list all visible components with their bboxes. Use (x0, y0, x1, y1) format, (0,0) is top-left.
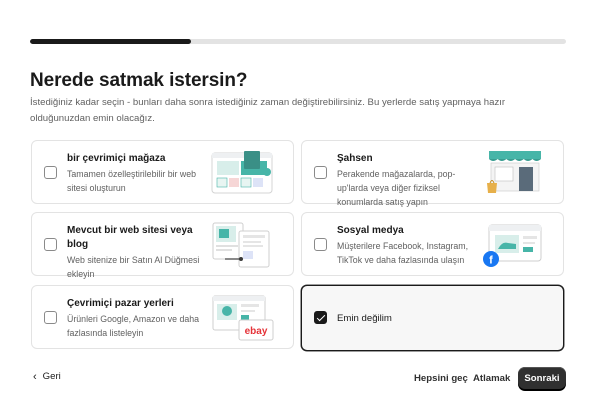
buy-button-illustration (212, 222, 270, 268)
option-checkbox[interactable] (44, 166, 57, 179)
back-button[interactable]: ‹ Geri (33, 371, 61, 382)
storefront-illustration (487, 151, 541, 193)
option-title: Sosyal medya (337, 225, 404, 236)
option-description: Web sitenize bir Satın Al Düğmesi ekleyi… (67, 255, 200, 279)
option-not-sure[interactable]: Emin değilim (301, 285, 564, 351)
option-existing-website[interactable]: Mevcut bir web sitesi veya blog Web site… (31, 212, 294, 279)
skip-button[interactable]: Atlamak (473, 373, 510, 384)
option-title: bir çevrimiçi mağaza (67, 153, 166, 164)
option-description: Ürünleri Google, Amazon ve daha fazlasın… (67, 314, 200, 338)
option-title: Mevcut bir web sitesi veya blog (67, 225, 193, 250)
facebook-logo-text: f (489, 255, 493, 267)
ebay-logo-text: ebay (245, 326, 268, 337)
option-social-media[interactable]: Sosyal medya Müşterilere Facebook, Insta… (301, 212, 564, 276)
option-title: Emin değilim (337, 313, 392, 324)
option-online-store[interactable]: bir çevrimiçi mağaza Tamamen özelleştiri… (31, 140, 294, 204)
option-marketplaces[interactable]: Çevrimiçi pazar yerleri Ürünleri Google,… (31, 285, 294, 349)
online-store-illustration (211, 151, 273, 194)
option-checkbox[interactable] (44, 238, 57, 251)
progress-bar (30, 39, 566, 44)
option-in-person[interactable]: Şahsen Perakende mağazalarda, pop-up'lar… (301, 140, 564, 207)
option-checkbox[interactable] (314, 238, 327, 251)
option-checkbox-checked[interactable] (314, 311, 327, 324)
page-title: Nerede satmak istersin? (30, 70, 248, 91)
option-description: Müşterilere Facebook, Instagram, TikTok … (337, 241, 469, 265)
next-button[interactable]: Sonraki (518, 367, 566, 389)
marketplace-illustration: ebay (212, 295, 274, 341)
option-description: Perakende mağazalarda, pop-up'larda veya… (337, 169, 456, 207)
option-title: Şahsen (337, 153, 373, 164)
social-media-illustration: f (483, 224, 542, 267)
option-title: Çevrimiçi pazar yerleri (67, 298, 174, 309)
page-subtitle: İstediğiniz kadar seçin - bunları daha s… (30, 97, 506, 124)
option-description: Tamamen özelleştirilebilir bir web sites… (67, 169, 197, 193)
option-checkbox[interactable] (44, 311, 57, 324)
option-checkbox[interactable] (314, 166, 327, 179)
back-label: Geri (42, 371, 61, 382)
progress-fill (30, 39, 191, 44)
chevron-left-icon: ‹ (33, 370, 37, 383)
skip-all-button[interactable]: Hepsini geç (414, 373, 468, 384)
